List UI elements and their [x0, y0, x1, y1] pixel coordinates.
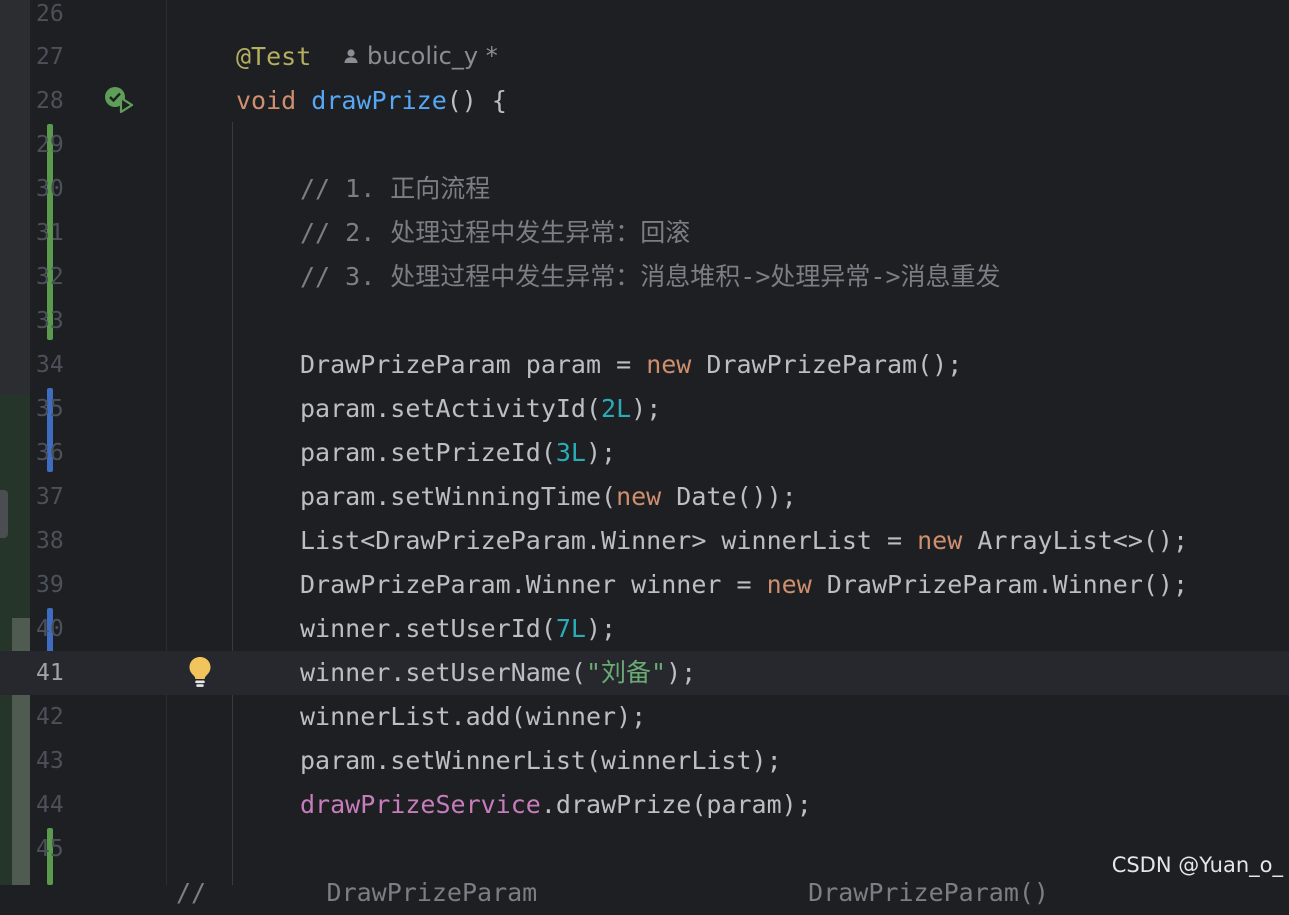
- code-token: );: [585, 438, 617, 467]
- comment-text: // 2. 处理过程中发生异常：回滚: [300, 218, 691, 247]
- code-token: () {: [446, 86, 507, 115]
- line-number: 43: [36, 748, 64, 774]
- comment-text: // 1. 正向流程: [300, 174, 491, 203]
- keyword-token: new: [646, 350, 692, 379]
- code-line[interactable]: 36 param.setPrizeId(3L);: [0, 431, 1289, 475]
- code-line[interactable]: 39 DrawPrizeParam.Winner winner = new Dr…: [0, 563, 1289, 607]
- line-number: 33: [36, 308, 64, 334]
- code-line[interactable]: 28 void drawPrize() {: [0, 79, 1289, 123]
- line-number: 40: [36, 616, 64, 642]
- string-literal: "刘备": [585, 658, 667, 687]
- code-text: drawPrizeService.drawPrize(param);: [300, 783, 812, 827]
- code-line[interactable]: 35 param.setActivityId(2L);: [0, 387, 1289, 431]
- code-token: DrawPrizeParam.Winner();: [811, 570, 1189, 599]
- keyword-token: new: [616, 482, 662, 511]
- code-token: );: [585, 614, 617, 643]
- line-number: 41: [36, 660, 64, 686]
- code-line[interactable]: 38 List<DrawPrizeParam.Winner> winnerLis…: [0, 519, 1289, 563]
- line-number: 32: [36, 264, 64, 290]
- code-line[interactable]: 31 // 2. 处理过程中发生异常：回滚: [0, 211, 1289, 255]
- code-token: List<DrawPrizeParam.Winner> winnerList =: [300, 526, 918, 555]
- code-text: param.setWinningTime(new Date());: [300, 475, 797, 519]
- code-token: param.setActivityId(: [300, 394, 602, 423]
- number-literal: 7L: [555, 614, 586, 643]
- code-line[interactable]: 42 winnerList.add(winner);: [0, 695, 1289, 739]
- code-line[interactable]: 40 winner.setUserId(7L);: [0, 607, 1289, 651]
- number-literal: 3L: [555, 438, 586, 467]
- code-line[interactable]: 29: [0, 123, 1289, 167]
- code-text: param.setWinnerList(winnerList);: [300, 746, 782, 775]
- line-number: 30: [36, 176, 64, 202]
- annotation-token: @Test: [236, 42, 312, 71]
- code-token: );: [631, 394, 662, 423]
- line-number: 28: [36, 88, 64, 114]
- code-text: DrawPrizeParam.Winner winner = new DrawP…: [300, 563, 1188, 607]
- code-text: param.setActivityId(2L);: [300, 387, 661, 431]
- code-token: winner.setUserName(: [300, 658, 586, 687]
- code-token: .drawPrize(param);: [540, 790, 812, 819]
- code-line[interactable]: 43 param.setWinnerList(winnerList);: [0, 739, 1289, 783]
- code-token: DrawPrizeParam.Winner winner =: [300, 570, 767, 599]
- code-text: @Test: [236, 35, 311, 79]
- code-line[interactable]: 33: [0, 299, 1289, 343]
- code-text: winner.setUserId(7L);: [300, 607, 616, 651]
- keyword-token: new: [917, 526, 963, 555]
- line-number: 38: [36, 528, 64, 554]
- line-number: 45: [36, 836, 64, 862]
- run-test-icon[interactable]: [104, 86, 136, 116]
- intention-bulb-icon[interactable]: [186, 655, 214, 689]
- line-number: 39: [36, 572, 64, 598]
- line-number: 35: [36, 396, 64, 422]
- code-line[interactable]: 44 drawPrizeService.drawPrize(param);: [0, 783, 1289, 827]
- author-inlay-hint[interactable]: bucolic_y *: [343, 34, 498, 78]
- keyword-token: new: [766, 570, 812, 599]
- code-line[interactable]: 45: [0, 827, 1289, 871]
- method-name-token: drawPrize: [311, 86, 447, 115]
- line-number: 31: [36, 220, 64, 246]
- code-line-partial[interactable]: // DrawPrizeParam DrawPrizeParam(): [0, 871, 1289, 915]
- code-line[interactable]: 32 // 3. 处理过程中发生异常：消息堆积->处理异常->消息重发: [0, 255, 1289, 299]
- code-text: winnerList.add(winner);: [300, 702, 647, 731]
- line-number: 42: [36, 704, 64, 730]
- field-token: drawPrizeService: [300, 790, 541, 819]
- code-line[interactable]: 37 param.setWinningTime(new Date());: [0, 475, 1289, 519]
- code-token: param.setPrizeId(: [300, 438, 556, 467]
- keyword-token: void: [236, 86, 297, 115]
- line-number: 26: [36, 1, 64, 27]
- code-line[interactable]: 34 DrawPrizeParam param = new DrawPrizeP…: [0, 343, 1289, 387]
- line-number: 29: [36, 132, 64, 158]
- code-text: param.setPrizeId(3L);: [300, 431, 616, 475]
- code-text: DrawPrizeParam param = new DrawPrizePara…: [300, 343, 962, 387]
- line-number: 44: [36, 792, 64, 818]
- code-token: Date());: [661, 482, 797, 511]
- code-text: List<DrawPrizeParam.Winner> winnerList =…: [300, 519, 1188, 563]
- number-literal: 2L: [601, 394, 632, 423]
- comment-text: // DrawPrizeParam DrawPrizeParam(): [176, 878, 1049, 907]
- line-number: 36: [36, 440, 64, 466]
- code-line[interactable]: 30 // 1. 正向流程: [0, 167, 1289, 211]
- person-icon: [343, 34, 359, 78]
- code-text: winner.setUserName("刘备");: [300, 651, 696, 695]
- code-token: param.setWinningTime(: [300, 482, 617, 511]
- code-token: );: [666, 658, 697, 687]
- code-token: ArrayList<>();: [962, 526, 1189, 555]
- line-number: 37: [36, 484, 64, 510]
- code-line[interactable]: 26: [0, 0, 1289, 36]
- code-text: void drawPrize() {: [236, 79, 507, 123]
- author-name: bucolic_y *: [367, 42, 498, 70]
- line-number: 27: [36, 44, 64, 70]
- code-token: DrawPrizeParam param =: [300, 350, 647, 379]
- watermark: CSDN @Yuan_o_: [1111, 853, 1283, 877]
- comment-text: // 3. 处理过程中发生异常：消息堆积->处理异常->消息重发: [300, 262, 1001, 291]
- code-token: winner.setUserId(: [300, 614, 556, 643]
- code-line[interactable]: 27 @Test: [0, 35, 1289, 79]
- line-number: 34: [36, 352, 64, 378]
- code-token: DrawPrizeParam();: [691, 350, 963, 379]
